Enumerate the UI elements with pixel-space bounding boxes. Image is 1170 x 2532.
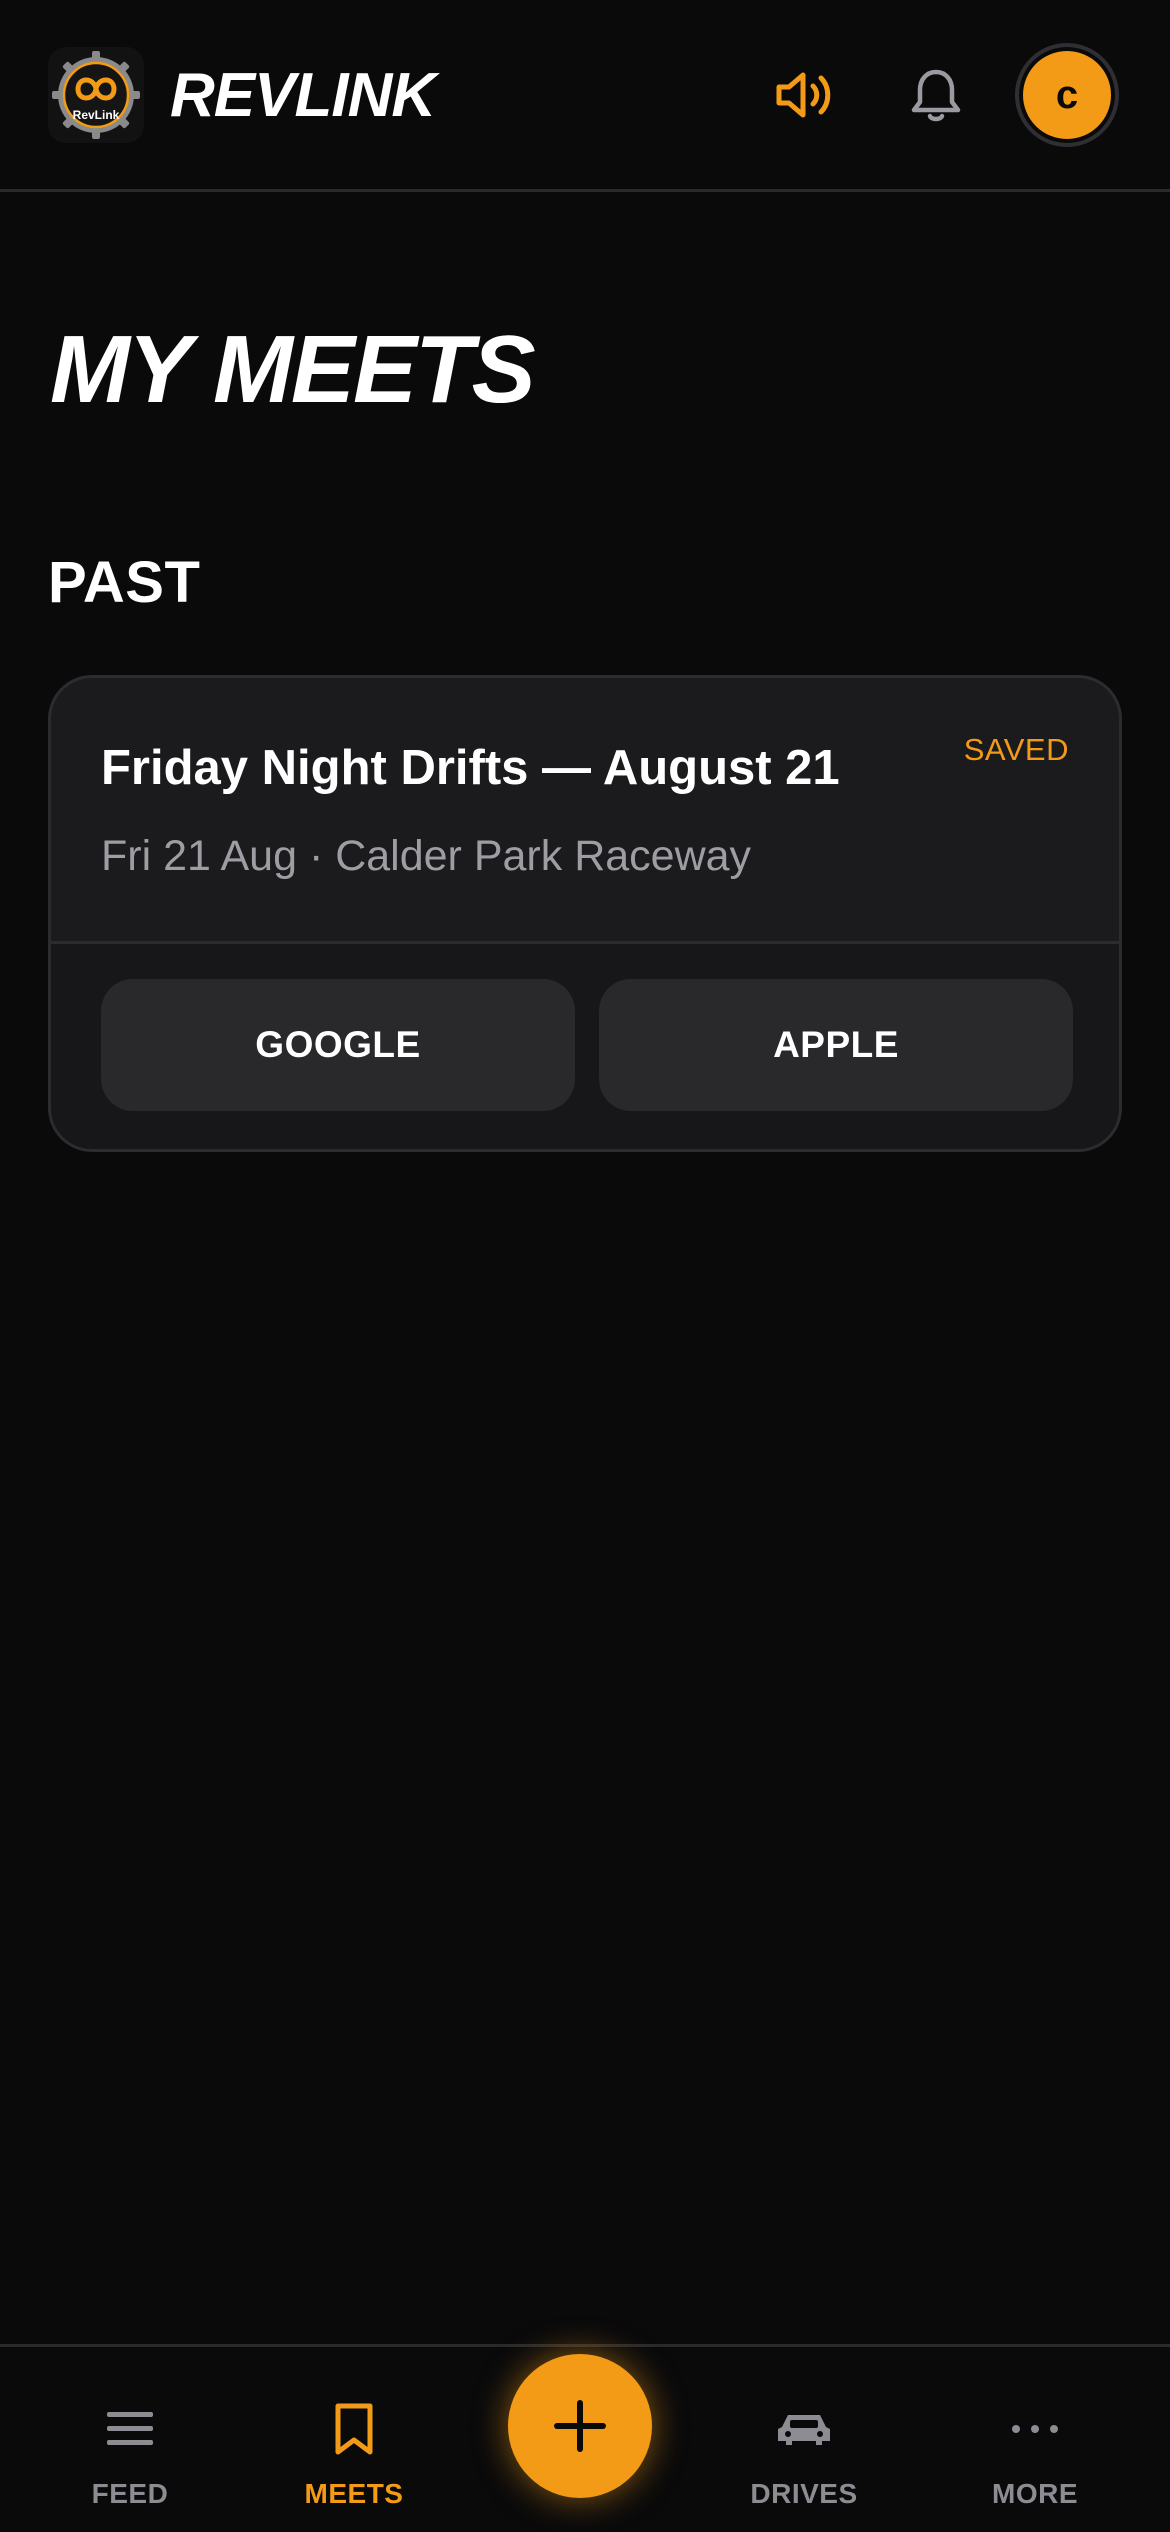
nav-item-drives[interactable]: DRIVES (704, 2347, 904, 2532)
nav-label-drives: DRIVES (750, 2478, 858, 2509)
meet-card[interactable]: Friday Night Drifts — August 21 SAVED Fr… (48, 675, 1122, 1152)
speaker-wave-icon (776, 72, 831, 118)
meet-title: Friday Night Drifts — August 21 (101, 741, 840, 795)
bookmark-icon (335, 2403, 373, 2455)
brand-name: REVLINK (170, 61, 436, 130)
calendar-actions: GOOGLE APPLE (51, 944, 1119, 1149)
plus-icon (554, 2400, 606, 2452)
add-to-apple-calendar-button[interactable]: APPLE (599, 979, 1073, 1111)
gear-infinity-logo-icon: RevLink (48, 47, 144, 143)
status-badge: SAVED (963, 732, 1069, 767)
user-avatar-button[interactable]: c (1015, 43, 1119, 147)
add-to-google-calendar-button[interactable]: GOOGLE (101, 979, 575, 1111)
menu-lines-icon (107, 2412, 153, 2445)
app-header: RevLink REVLINK c (0, 0, 1170, 192)
sound-toggle-button[interactable] (765, 56, 843, 134)
page-title: MY MEETS (50, 316, 536, 423)
nav-label-meets: MEETS (304, 2478, 404, 2509)
revlink-logo[interactable]: RevLink (48, 47, 144, 143)
section-label-past: PAST (48, 550, 201, 615)
nav-label-feed: FEED (91, 2478, 169, 2509)
meet-date-location: Fri 21 Aug · Calder Park Raceway (101, 832, 752, 880)
bell-icon (911, 69, 961, 122)
notifications-button[interactable] (897, 56, 975, 134)
nav-label-more: MORE (992, 2478, 1078, 2509)
nav-item-feed[interactable]: FEED (30, 2347, 230, 2532)
ellipsis-icon (1012, 2425, 1058, 2433)
car-icon (778, 2415, 830, 2445)
nav-item-meets[interactable]: MEETS (254, 2347, 454, 2532)
avatar-initial: c (1023, 51, 1111, 139)
logo-wordmark: RevLink (73, 108, 120, 122)
create-meet-button[interactable] (508, 2354, 652, 2498)
nav-item-more[interactable]: MORE (935, 2347, 1135, 2532)
